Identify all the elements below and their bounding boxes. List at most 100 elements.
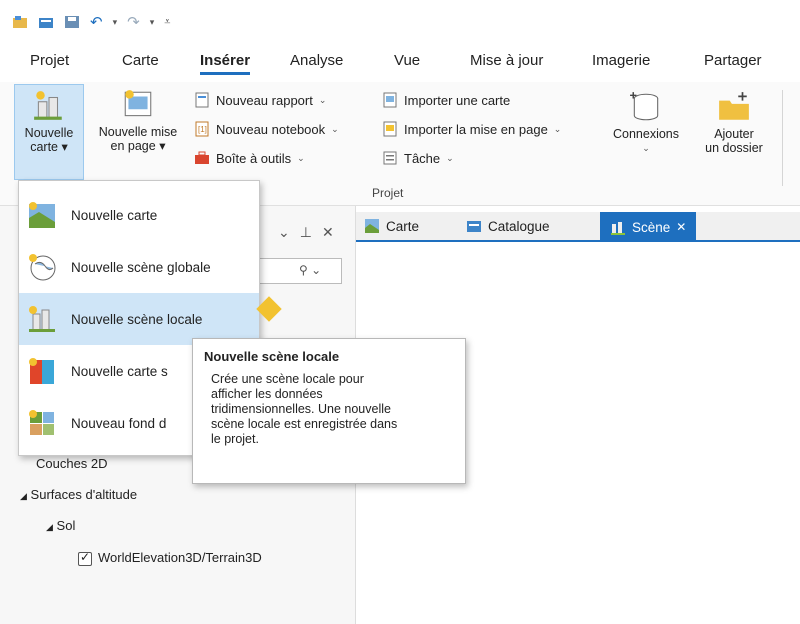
chevron-down-icon: ⌄ (553, 123, 562, 134)
menu-item-nouvelle-scene-globale[interactable]: Nouvelle scène globale (19, 241, 259, 293)
nouvelle-mise-en-page-button[interactable]: Nouvelle mise en page ▾ (88, 84, 188, 180)
svg-text:[1]: [1] (198, 125, 207, 134)
quick-access-toolbar: ↶ ▾ ↷ ▾ ⩡ (0, 0, 800, 44)
pane-controls: ⌄⊥✕ (278, 224, 344, 241)
nouveau-notebook-button[interactable]: [1] Nouveau notebook ⌄ (194, 121, 339, 137)
undo-icon[interactable]: ↶ (90, 13, 103, 31)
tab-imagerie[interactable]: Imagerie (592, 52, 650, 69)
doc-tab-scene[interactable]: Scène ✕ (600, 212, 697, 242)
importer-mise-en-page-button[interactable]: Importer la mise en page ⌄ (382, 121, 561, 137)
global-scene-icon (29, 254, 56, 281)
ajouter-dossier-label-2: un dossier (705, 141, 763, 155)
layout-icon (124, 90, 152, 117)
importer-carte-button[interactable]: Importer une carte (382, 92, 510, 108)
search-icon[interactable]: ⚲ ⌄ (299, 263, 321, 277)
menu-item-nouvelle-carte[interactable]: Nouvelle carte (19, 189, 259, 241)
close-tab-icon[interactable]: ✕ (676, 220, 686, 234)
connexions-button[interactable]: Connexions ⌄ (604, 90, 688, 180)
chevron-down-icon: ⌄ (446, 152, 454, 163)
tab-analyse[interactable]: Analyse (290, 52, 343, 69)
local-scene-icon (34, 91, 62, 120)
chevron-down-icon: ⌄ (331, 123, 339, 134)
importer-mise-label: Importer la mise en page (404, 121, 548, 137)
importer-carte-label: Importer une carte (404, 92, 511, 108)
new-project-icon[interactable] (12, 14, 28, 30)
basemap-icon (29, 410, 54, 435)
database-connection-icon (630, 92, 659, 121)
redo-dropdown-icon[interactable]: ▾ (150, 17, 155, 28)
tree-item-sol[interactable]: ◢ Sol (46, 518, 75, 533)
nouvelle-carte-label-2: carte ▾ (30, 140, 68, 154)
tache-button[interactable]: Tâche ⌄ (382, 150, 454, 166)
chevron-down-icon: ⌄ (297, 152, 305, 163)
tab-inserer[interactable]: Insérer (200, 52, 251, 75)
toolbox-icon (195, 151, 209, 164)
boite-outils-label: Boîte à outils (216, 150, 292, 166)
local-scene-icon (29, 306, 55, 332)
doc-tab-scene-label: Scène (632, 219, 671, 235)
tache-label: Tâche (404, 150, 441, 166)
tab-projet[interactable]: Projet (30, 52, 69, 69)
collapse-icon[interactable]: ◢ (20, 491, 27, 501)
undo-dropdown-icon[interactable]: ▾ (113, 17, 118, 28)
nouvelle-mise-label-1: Nouvelle mise (98, 125, 178, 139)
tree-item-couches-2d[interactable]: Couches 2D (36, 456, 108, 471)
doc-tab-carte-label: Carte (386, 218, 420, 234)
menu-item-label: Nouveau fond d (71, 415, 167, 431)
ribbon-tabs: Projet Carte Insérer Analyse Vue Mise à … (0, 52, 800, 78)
nouvelle-mise-label-2: en page ▾ (110, 139, 166, 153)
doc-tab-catalogue-label: Catalogue (488, 218, 550, 234)
ribbon-separator (782, 90, 783, 186)
collapse-icon[interactable]: ◢ (46, 522, 53, 532)
tooltip-body: Crée une scène locale pour afficher les … (211, 372, 398, 446)
connexions-label: Connexions (612, 127, 679, 141)
nouvelle-carte-label-1: Nouvelle (24, 126, 74, 140)
tree-item-terrain[interactable]: WorldElevation3D/Terrain3D (78, 550, 262, 566)
nouveau-notebook-label: Nouveau notebook (216, 121, 326, 137)
doc-tab-carte[interactable]: Carte (364, 218, 419, 234)
customize-qat-icon[interactable]: ⩡ (164, 16, 170, 29)
nouveau-rapport-button[interactable]: Nouveau rapport ⌄ (194, 92, 326, 108)
task-icon (383, 151, 397, 165)
menu-item-label: Nouvelle scène globale (71, 259, 211, 275)
ajouter-dossier-button[interactable]: Ajouter un dossier (694, 90, 774, 180)
visibility-checkbox[interactable] (78, 550, 92, 566)
sol-label: Sol (56, 518, 76, 533)
close-pane-icon[interactable]: ✕ (322, 224, 344, 240)
chevron-down-icon: ⌄ (318, 94, 327, 105)
open-project-icon[interactable] (38, 14, 54, 30)
menu-item-label: Nouvelle carte s (71, 363, 168, 379)
terrain-label: WorldElevation3D/Terrain3D (98, 550, 262, 565)
tree-item-surfaces-altitude[interactable]: ◢ Surfaces d'altitude (20, 487, 137, 502)
pane-options-icon[interactable]: ⌄ (278, 224, 300, 240)
map-icon (365, 219, 379, 233)
stereo-map-icon (29, 358, 54, 384)
doc-tab-catalogue[interactable]: Catalogue (466, 218, 550, 234)
menu-item-label: Nouvelle scène locale (71, 311, 203, 327)
nouveau-rapport-label: Nouveau rapport (216, 92, 313, 108)
group-label-projet: Projet (372, 186, 404, 200)
surfaces-label: Surfaces d'altitude (30, 487, 138, 502)
local-scene-icon (611, 222, 625, 235)
tab-vue[interactable]: Vue (394, 52, 420, 69)
import-layout-icon (383, 121, 397, 137)
report-icon (195, 92, 209, 108)
tab-partager[interactable]: Partager (704, 52, 762, 69)
pin-icon[interactable]: ⊥ (300, 224, 322, 240)
add-folder-icon (719, 92, 749, 120)
contents-search-input[interactable]: ⚲ ⌄ (250, 258, 342, 284)
menu-item-label: Nouvelle carte (71, 207, 158, 223)
nouvelle-carte-button[interactable]: Nouvelle carte ▾ (14, 84, 84, 180)
import-map-icon (383, 92, 397, 108)
new-map-icon (29, 202, 55, 228)
ajouter-dossier-label-1: Ajouter (714, 127, 754, 141)
notebook-icon: [1] (195, 121, 209, 137)
boite-outils-button[interactable]: Boîte à outils ⌄ (194, 150, 305, 166)
save-project-icon[interactable] (64, 14, 80, 30)
tooltip: Nouvelle scène locale Crée une scène loc… (192, 338, 466, 484)
tab-mise-a-jour[interactable]: Mise à jour (470, 52, 543, 69)
tab-carte[interactable]: Carte (122, 52, 159, 69)
chevron-down-icon: ⌄ (642, 143, 650, 153)
tooltip-title: Nouvelle scène locale (204, 349, 340, 364)
redo-icon[interactable]: ↷ (127, 13, 140, 31)
